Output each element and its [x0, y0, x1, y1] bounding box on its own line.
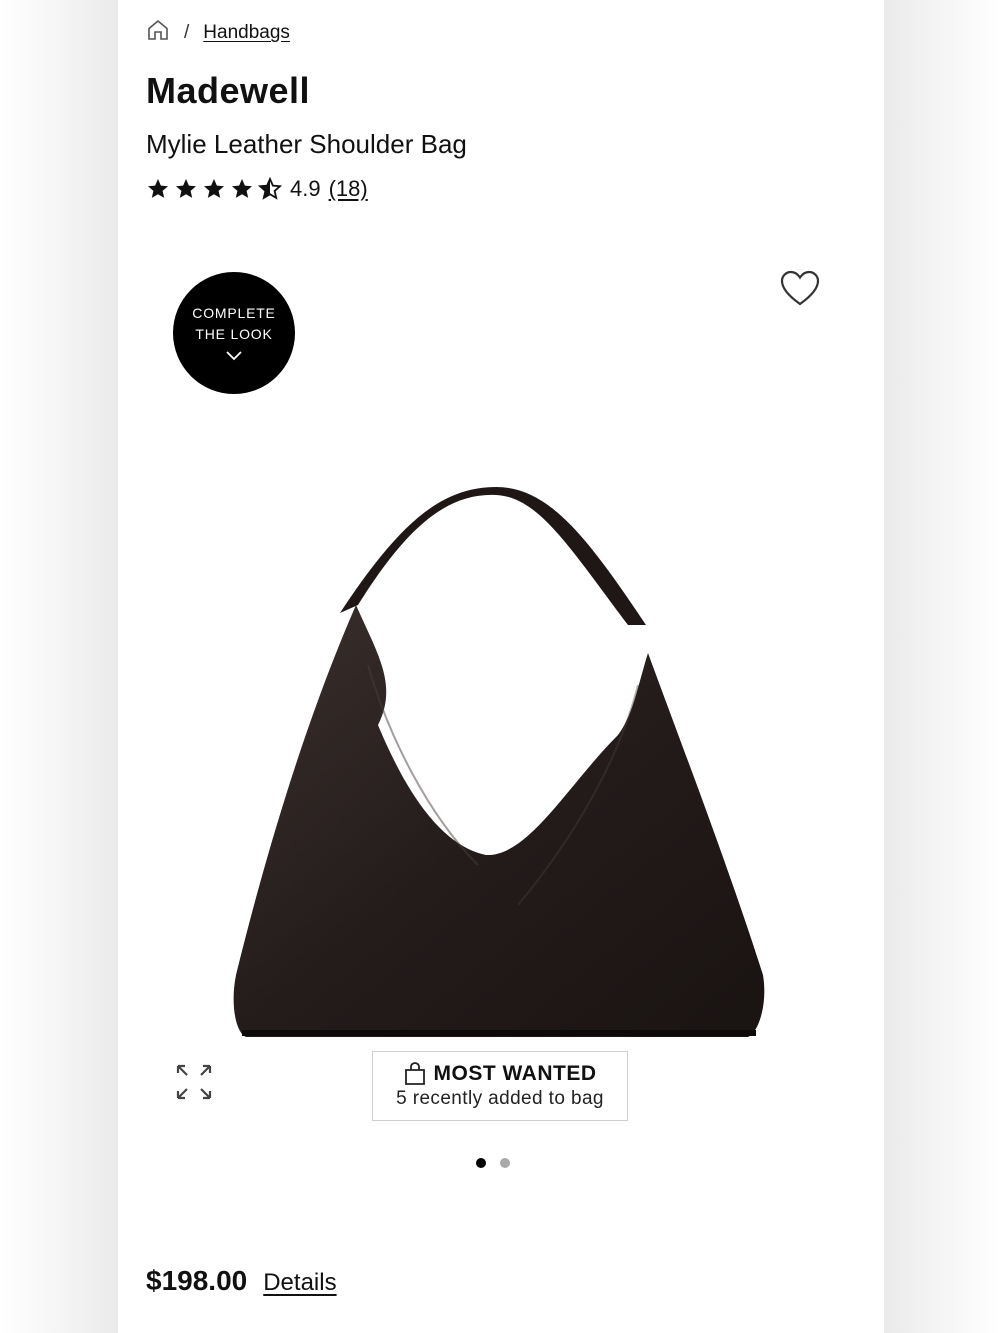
carousel-dot-2[interactable] — [500, 1158, 510, 1168]
carousel-dot-1[interactable] — [476, 1158, 486, 1168]
brand-name[interactable]: Madewell — [146, 70, 310, 112]
star-icon — [148, 179, 168, 198]
expand-icon[interactable] — [174, 1062, 214, 1102]
price-row: $198.00 Details — [146, 1265, 337, 1297]
carousel-dots — [476, 1158, 510, 1168]
details-link[interactable]: Details — [263, 1269, 336, 1297]
breadcrumb-separator: / — [184, 22, 190, 43]
product-gallery[interactable]: COMPLETE THE LOOK MOST WANTED 5 recently… — [118, 250, 884, 1168]
review-count-link[interactable]: (18) — [329, 176, 368, 202]
product-page: / Handbags Madewell Mylie Leather Should… — [118, 0, 884, 1333]
price: $198.00 — [146, 1265, 248, 1296]
star-icon — [176, 179, 196, 198]
badge-title: MOST WANTED — [433, 1062, 597, 1085]
left-backdrop — [0, 0, 118, 1333]
complete-look-label-2: THE LOOK — [195, 326, 273, 342]
star-half-icon — [258, 177, 282, 200]
heart-icon[interactable] — [778, 268, 822, 308]
chevron-down-icon — [226, 351, 242, 361]
rating-stars — [146, 177, 282, 201]
badge-subtitle: 5 recently added to bag — [396, 1088, 604, 1109]
shopping-bag-icon — [404, 1062, 425, 1085]
rating-value: 4.9 — [290, 176, 321, 201]
product-title: Mylie Leather Shoulder Bag — [146, 129, 467, 159]
breadcrumb-handbags-link[interactable]: Handbags — [203, 22, 290, 44]
breadcrumb: / Handbags — [146, 18, 290, 48]
rating[interactable]: 4.9 (18) — [146, 176, 368, 202]
star-icon — [204, 179, 224, 198]
complete-the-look-button[interactable]: COMPLETE THE LOOK — [173, 272, 295, 394]
product-image[interactable] — [228, 485, 768, 1045]
home-icon[interactable] — [146, 18, 170, 48]
complete-look-label-1: COMPLETE — [192, 305, 276, 321]
right-backdrop — [884, 0, 1000, 1333]
most-wanted-badge: MOST WANTED 5 recently added to bag — [372, 1051, 628, 1121]
star-icon — [232, 179, 252, 198]
